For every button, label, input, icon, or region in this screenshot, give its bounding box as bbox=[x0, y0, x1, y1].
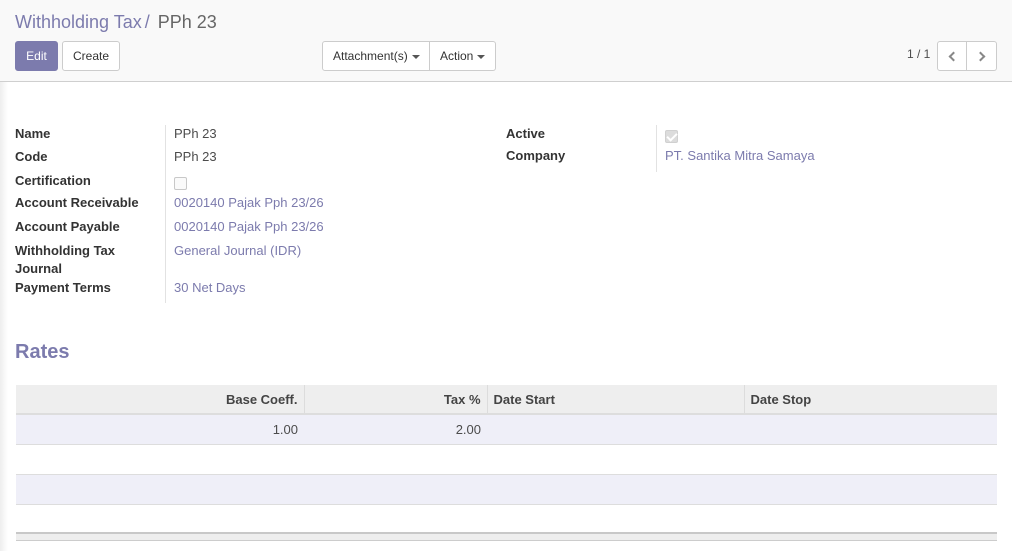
field-separator bbox=[165, 125, 166, 303]
cell-date-start bbox=[487, 414, 744, 445]
table-footer bbox=[16, 532, 997, 541]
name-value: PPh 23 bbox=[174, 126, 217, 141]
attachments-dropdown[interactable]: Attachment(s) bbox=[322, 41, 430, 71]
column-header-base-coeff[interactable]: Base Coeff. bbox=[16, 385, 305, 415]
withholding-tax-journal-link[interactable]: General Journal (IDR) bbox=[174, 242, 301, 260]
breadcrumb-current: PPh 23 bbox=[157, 12, 217, 32]
action-label: Action bbox=[440, 49, 474, 63]
column-header-date-stop[interactable]: Date Stop bbox=[744, 385, 997, 415]
account-receivable-label: Account Receivable bbox=[15, 195, 139, 210]
table-row[interactable]: 1.00 2.00 bbox=[16, 414, 997, 445]
caret-down-icon bbox=[477, 54, 486, 59]
chevron-right-icon bbox=[975, 51, 985, 62]
column-header-date-start[interactable]: Date Start bbox=[487, 385, 745, 415]
table-row-empty bbox=[16, 474, 997, 505]
withholding-tax-journal-label: Withholding Tax Journal bbox=[15, 243, 116, 276]
active-label: Active bbox=[506, 126, 546, 141]
action-dropdown[interactable]: Action bbox=[430, 41, 496, 71]
code-value: PPh 23 bbox=[174, 149, 217, 164]
sheet-shadow bbox=[0, 82, 8, 551]
cell-base-coeff: 1.00 bbox=[16, 414, 304, 445]
control-panel: Withholding Tax / PPh 23 Edit Create Attac… bbox=[0, 0, 1012, 82]
sidebar-actions: Attachment(s) Action bbox=[322, 41, 496, 71]
breadcrumb-separator: / bbox=[144, 12, 150, 32]
account-receivable-link[interactable]: 0020140 Pajak Pph 23/26 bbox=[174, 194, 324, 212]
edit-button[interactable]: Edit bbox=[15, 41, 58, 71]
code-label: Code bbox=[15, 149, 48, 164]
caret-down-icon bbox=[411, 54, 420, 59]
certification-label: Certification bbox=[15, 173, 91, 188]
breadcrumb: Withholding Tax / PPh 23 bbox=[15, 11, 217, 33]
cell-date-stop bbox=[744, 414, 997, 445]
account-payable-link[interactable]: 0020140 Pajak Pph 23/26 bbox=[174, 218, 324, 236]
chevron-left-icon bbox=[948, 51, 959, 62]
active-checkbox[interactable] bbox=[665, 130, 678, 143]
cell-tax-percent: 2.00 bbox=[304, 414, 487, 445]
pager-previous-button[interactable] bbox=[937, 41, 967, 71]
rates-table: Base Coeff. Tax % Date Start Date Stop 1… bbox=[16, 385, 997, 505]
table-header-row: Base Coeff. Tax % Date Start Date Stop bbox=[16, 385, 997, 415]
pager-buttons bbox=[937, 41, 997, 71]
payment-terms-link[interactable]: 30 Net Days bbox=[174, 279, 246, 297]
breadcrumb-parent-link[interactable]: Withholding Tax bbox=[15, 12, 142, 32]
table-row-empty bbox=[16, 444, 997, 475]
name-label: Name bbox=[15, 126, 51, 141]
field-separator bbox=[656, 125, 657, 172]
company-link[interactable]: PT. Santika Mitra Samaya bbox=[665, 147, 815, 165]
attachments-label: Attachment(s) bbox=[333, 49, 408, 63]
account-payable-label: Account Payable bbox=[15, 219, 120, 234]
certification-checkbox[interactable] bbox=[174, 177, 187, 190]
column-header-tax-percent[interactable]: Tax % bbox=[304, 385, 488, 415]
rates-section-title: Rates bbox=[15, 341, 70, 363]
company-label: Company bbox=[506, 148, 566, 163]
create-button[interactable]: Create bbox=[62, 41, 120, 71]
pager-next-button[interactable] bbox=[967, 41, 997, 71]
pager-value[interactable]: 1 / 1 bbox=[907, 47, 930, 61]
payment-terms-label: Payment Terms bbox=[15, 280, 111, 295]
